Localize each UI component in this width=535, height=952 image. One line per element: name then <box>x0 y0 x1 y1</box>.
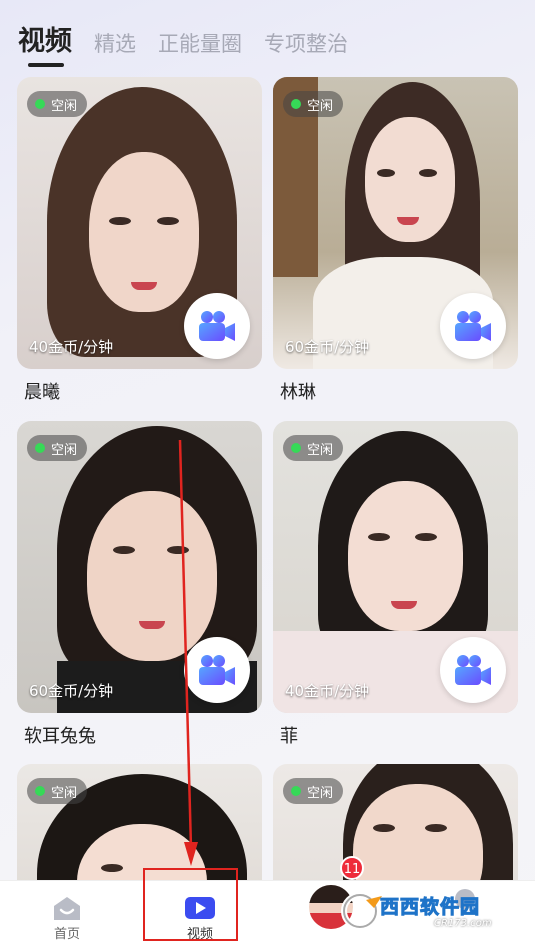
nav-home[interactable]: 首页 <box>27 889 107 942</box>
price-label: 60金币/分钟 <box>29 682 114 700</box>
price-label: 40金币/分钟 <box>29 338 114 356</box>
host-name: 菲 <box>280 726 298 747</box>
profile-icon[interactable] <box>455 889 475 909</box>
status-badge: 空闲 <box>27 91 88 117</box>
host-card[interactable]: 空闲 40金币/分钟 <box>17 77 262 369</box>
nav-avatar[interactable] <box>309 885 353 929</box>
status-badge: 空闲 <box>27 435 88 461</box>
tab-featured[interactable]: 精选 <box>94 28 136 58</box>
host-name: 晨曦 <box>24 382 60 403</box>
tab-positive-energy[interactable]: 正能量圈 <box>158 28 242 58</box>
online-dot-icon <box>35 443 45 453</box>
online-dot-icon <box>291 99 301 109</box>
status-badge: 空闲 <box>283 778 344 804</box>
price-label: 60金币/分钟 <box>285 338 370 356</box>
video-camera-icon <box>199 311 235 341</box>
host-card[interactable]: 空闲 40金币/分钟 <box>273 421 518 713</box>
status-badge: 空闲 <box>27 778 88 804</box>
video-call-button[interactable] <box>440 637 506 703</box>
status-badge: 空闲 <box>283 435 344 461</box>
host-name: 软耳兔兔 <box>24 726 96 747</box>
host-card[interactable]: 空闲 60金币/分钟 <box>273 77 518 369</box>
online-dot-icon <box>35 99 45 109</box>
online-dot-icon <box>291 786 301 796</box>
message-count-badge: 11 <box>340 856 364 880</box>
host-card[interactable]: 空闲 <box>17 764 262 884</box>
online-dot-icon <box>291 443 301 453</box>
top-tab-bar: 视频 精选 正能量圈 专项整治 <box>18 18 348 67</box>
host-name: 林琳 <box>280 382 316 403</box>
video-call-button[interactable] <box>184 293 250 359</box>
video-call-button[interactable] <box>440 293 506 359</box>
annotation-arrow <box>178 440 198 866</box>
tab-special-rectification[interactable]: 专项整治 <box>264 28 348 58</box>
tab-video[interactable]: 视频 <box>18 19 72 67</box>
host-card[interactable]: 空闲 60金币/分钟 <box>17 421 262 713</box>
online-dot-icon <box>35 786 45 796</box>
annotation-box <box>143 868 238 941</box>
price-label: 40金币/分钟 <box>285 682 370 700</box>
home-icon <box>54 897 80 920</box>
video-camera-icon <box>455 655 491 685</box>
bottom-nav-bar: 首页 视频 <box>0 880 535 952</box>
host-card[interactable]: 空闲 <box>273 764 518 884</box>
status-badge: 空闲 <box>283 91 344 117</box>
video-camera-icon <box>455 311 491 341</box>
